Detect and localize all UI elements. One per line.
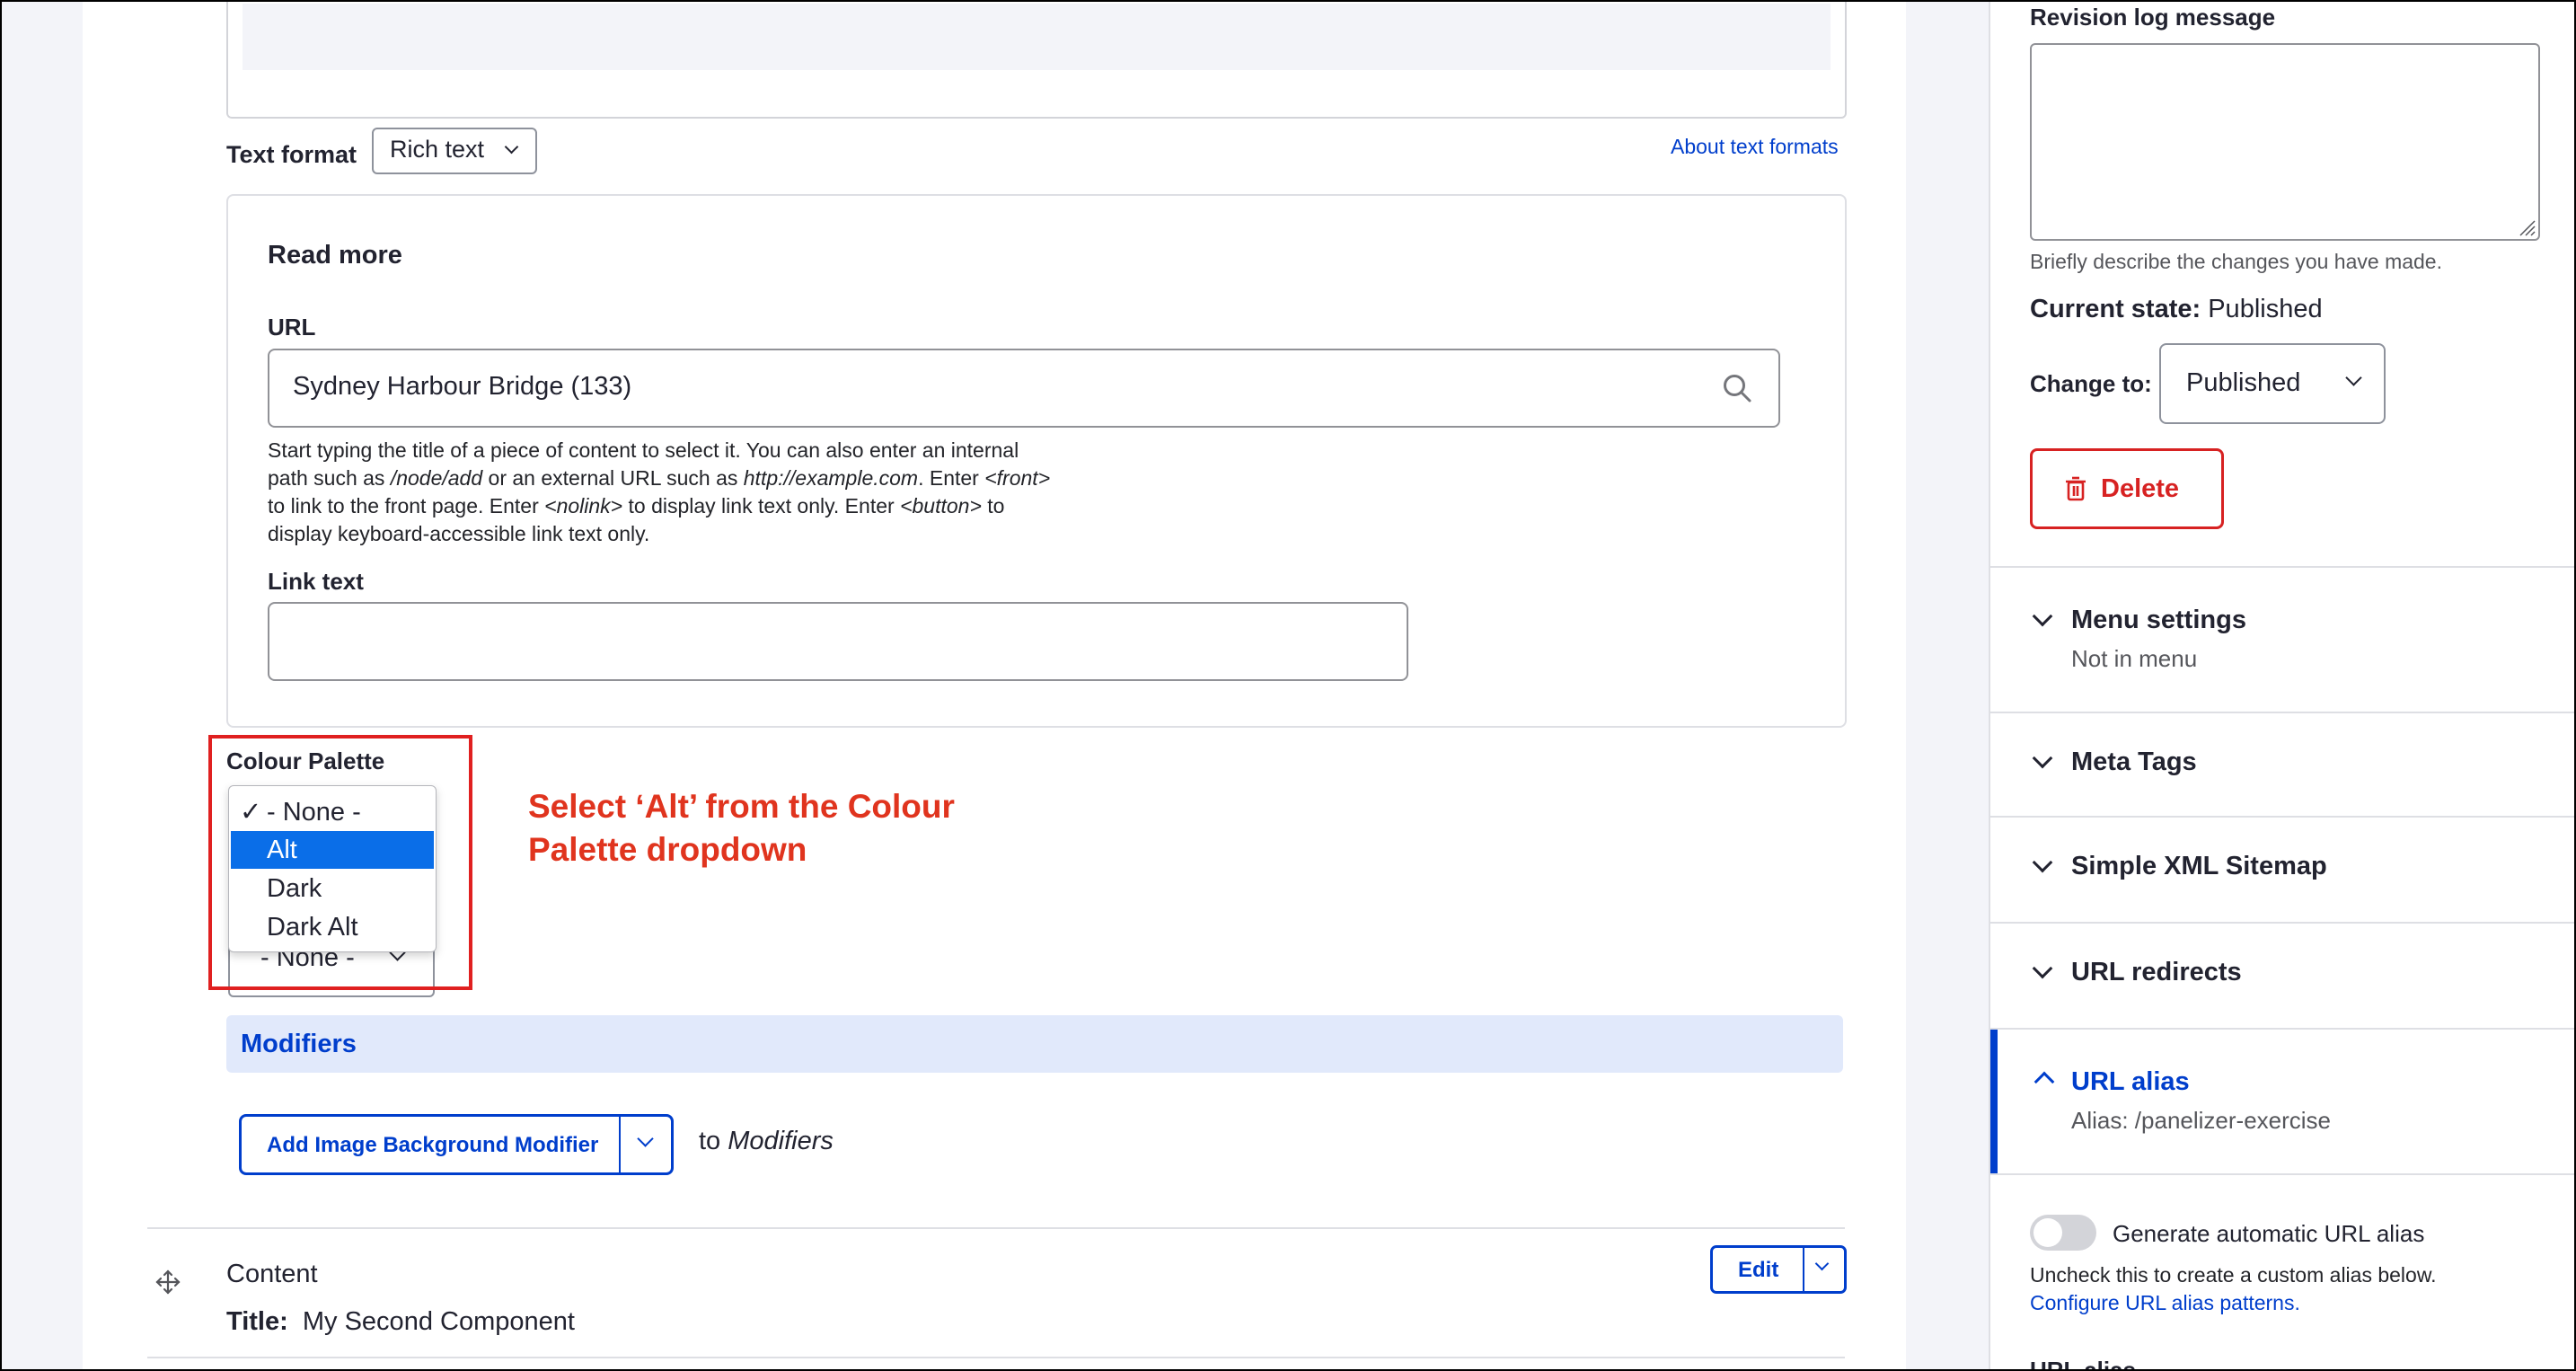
generate-alias-label: Generate automatic URL alias (2113, 1220, 2425, 1247)
divider (147, 1357, 1845, 1358)
chevron-down-icon (1814, 1256, 1830, 1271)
current-state: Current state: Published (2030, 295, 2323, 323)
add-image-background-modifier-button[interactable]: Add Image Background Modifier (239, 1114, 674, 1175)
url-alias-field-label: URL alias (2030, 1357, 2137, 1371)
revision-log-textarea[interactable] (2030, 43, 2540, 241)
trash-icon (2066, 476, 2086, 501)
menu-settings-accordion[interactable]: Menu settings Not in menu (1990, 568, 2574, 712)
link-text-input[interactable] (268, 602, 1408, 681)
url-help-text: Start typing the title of a piece of con… (268, 438, 1051, 545)
read-more-title: Read more (268, 241, 402, 270)
text-format-select[interactable]: Rich text (372, 128, 537, 174)
divider (1990, 1173, 2574, 1175)
edit-dropdown-toggle[interactable] (1803, 1248, 1830, 1291)
change-to-value: Published (2186, 368, 2301, 397)
url-alias-summary: Alias: /panelizer-exercise (2071, 1107, 2332, 1134)
chevron-down-icon (637, 1130, 654, 1147)
divider (147, 1227, 1845, 1229)
generate-alias-toggle[interactable] (2030, 1215, 2096, 1251)
url-redirects-accordion[interactable]: URL redirects (1990, 924, 2574, 1028)
screenshot-frame: Text format Rich text About text formats… (0, 0, 2576, 1371)
search-icon (1724, 375, 1751, 402)
modifiers-target-text: to Modifiers (699, 1127, 834, 1155)
chevron-up-icon (2033, 1071, 2055, 1092)
meta-tags-accordion[interactable]: Meta Tags (1990, 713, 2574, 818)
revision-log-help: Briefly describe the changes you have ma… (2030, 250, 2442, 273)
component-name: Content (226, 1260, 318, 1288)
drag-handle-icon[interactable] (154, 1269, 181, 1296)
url-label: URL (268, 314, 316, 341)
sitemap-title: Simple XML Sitemap (2071, 852, 2327, 880)
chevron-down-icon (2032, 852, 2053, 873)
url-alias-title: URL alias (2071, 1067, 2190, 1096)
resize-handle-icon[interactable] (2517, 217, 2536, 237)
delete-label: Delete (2101, 474, 2180, 503)
component-title: Title: My Second Component (226, 1307, 575, 1336)
edit-label: Edit (1738, 1258, 1779, 1282)
sitemap-accordion[interactable]: Simple XML Sitemap (1990, 818, 2574, 922)
sidebar: Revision log message Briefly describe th… (1989, 2, 2574, 1371)
chevron-down-icon (2345, 369, 2362, 386)
toggle-knob (2033, 1218, 2062, 1247)
modifiers-title: Modifiers (241, 1030, 357, 1058)
chevron-down-icon (2032, 747, 2053, 769)
configure-url-alias-patterns-link[interactable]: Configure URL alias patterns. (2030, 1291, 2300, 1315)
change-to-label: Change to: (2030, 370, 2152, 397)
delete-button[interactable]: Delete (2030, 448, 2224, 529)
text-format-value: Rich text (390, 136, 485, 163)
about-text-formats-link[interactable]: About text formats (1671, 135, 1839, 159)
add-modifier-dropdown-toggle[interactable] (619, 1117, 654, 1172)
annotation-text: Select ‘Alt’ from the Colour Palette dro… (528, 788, 955, 868)
annotation-highlight-box (208, 735, 472, 990)
menu-settings-title: Menu settings (2071, 606, 2246, 634)
read-more-card: Read more URL Sydney Harbour Bridge (133… (226, 194, 1847, 728)
editor-body[interactable] (243, 4, 1831, 70)
url-redirects-title: URL redirects (2071, 958, 2242, 986)
chevron-down-icon (504, 139, 519, 155)
generate-alias-help: Uncheck this to create a custom alias be… (2030, 1263, 2437, 1287)
text-format-label: Text format (226, 141, 357, 168)
url-input-value: Sydney Harbour Bridge (133) (293, 372, 632, 401)
meta-tags-title: Meta Tags (2071, 747, 2197, 776)
chevron-down-icon (2032, 958, 2053, 979)
menu-settings-summary: Not in menu (2071, 645, 2198, 672)
add-modifier-label: Add Image Background Modifier (267, 1133, 599, 1157)
link-text-label: Link text (268, 568, 364, 595)
url-input[interactable]: Sydney Harbour Bridge (133) (268, 349, 1780, 428)
chevron-down-icon (2032, 606, 2053, 627)
component-edit-button[interactable]: Edit (1710, 1245, 1847, 1294)
modifiers-section-header[interactable]: Modifiers (226, 1015, 1843, 1073)
change-to-select[interactable]: Published (2159, 343, 2386, 424)
revision-log-label: Revision log message (2030, 4, 2276, 31)
url-alias-accordion[interactable]: URL alias Alias: /panelizer-exercise (1990, 1030, 2574, 1173)
rich-text-editor[interactable] (226, 2, 1847, 119)
